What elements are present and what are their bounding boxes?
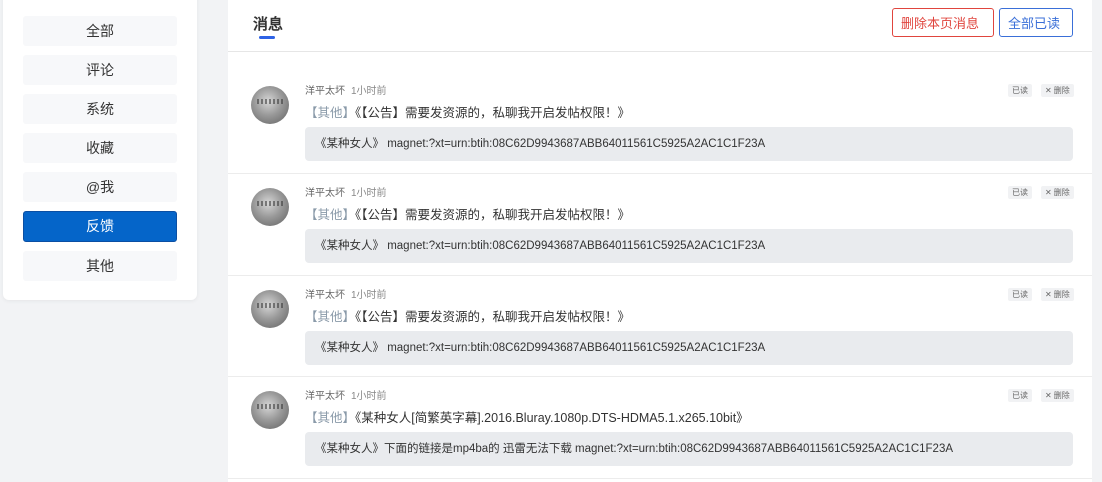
subject-title[interactable]: 《【公告】需要发资源的，私聊我开启发帖权限！》 (355, 208, 630, 222)
close-icon: ✕ (1045, 188, 1052, 197)
tab-messages[interactable]: 消息 (253, 13, 283, 34)
avatar[interactable] (251, 290, 289, 328)
sidebar-item-other[interactable]: 其他 (23, 251, 177, 281)
sidebar-item-favorites[interactable]: 收藏 (23, 133, 177, 163)
category-list: 全部 评论 系统 收藏 @我 反馈 其他 (23, 16, 177, 290)
message-time: 1小时前 (351, 290, 387, 301)
mark-read-button[interactable]: 已读 (1008, 84, 1032, 97)
sender-name[interactable]: 洋平太坏 (305, 391, 345, 402)
mark-all-read-button[interactable]: 全部已读 (999, 8, 1073, 37)
message-time: 1小时前 (351, 188, 387, 199)
avatar[interactable] (251, 391, 289, 429)
message-meta: 洋平太坏 1小时前 (305, 387, 387, 402)
delete-page-messages-button[interactable]: 删除本页消息 (892, 8, 994, 37)
message-category: 【其他】 (305, 411, 356, 425)
message-panel: 消息 删除本页消息 全部已读 洋平太坏 1小时前 【其他】《【公告】需要发资源的，… (228, 0, 1092, 482)
message-time: 1小时前 (351, 86, 387, 97)
sidebar-item-mentions[interactable]: @我 (23, 172, 177, 202)
mark-read-button[interactable]: 已读 (1008, 389, 1032, 402)
panel-header: 消息 删除本页消息 全部已读 (228, 0, 1092, 52)
sidebar-item-comments[interactable]: 评论 (23, 55, 177, 85)
mark-read-button[interactable]: 已读 (1008, 288, 1032, 301)
delete-label: 删除 (1053, 86, 1070, 95)
message-subject[interactable]: 【其他】《某种女人[简繁英字幕].2016.Bluray.1080p.DTS-H… (305, 407, 749, 426)
delete-label: 删除 (1053, 290, 1070, 299)
message-item: 洋平太坏 1小时前 【其他】《某种女人[简繁英字幕].2016.Bluray.10… (228, 357, 1092, 479)
avatar[interactable] (251, 86, 289, 124)
sidebar-item-system[interactable]: 系统 (23, 94, 177, 124)
active-tab-indicator (259, 36, 275, 39)
message-category: 【其他】 (305, 310, 356, 324)
message-meta: 洋平太坏 1小时前 (305, 184, 387, 199)
message-meta: 洋平太坏 1小时前 (305, 82, 387, 97)
sidebar-item-feedback[interactable]: 反馈 (23, 211, 177, 242)
subject-title[interactable]: 《【公告】需要发资源的，私聊我开启发帖权限！》 (355, 310, 630, 324)
sender-name[interactable]: 洋平太坏 (305, 290, 345, 301)
delete-message-button[interactable]: ✕ 删除 (1041, 288, 1074, 301)
message-category: 【其他】 (305, 106, 356, 120)
close-icon: ✕ (1045, 391, 1052, 400)
mark-read-button[interactable]: 已读 (1008, 186, 1032, 199)
message-category: 【其他】 (305, 208, 356, 222)
sender-name[interactable]: 洋平太坏 (305, 86, 345, 97)
delete-message-button[interactable]: ✕ 删除 (1041, 389, 1074, 402)
delete-message-button[interactable]: ✕ 删除 (1041, 186, 1074, 199)
message-subject[interactable]: 【其他】《【公告】需要发资源的，私聊我开启发帖权限！》 (305, 306, 630, 325)
message-time: 1小时前 (351, 391, 387, 402)
subject-title[interactable]: 《某种女人[简繁英字幕].2016.Bluray.1080p.DTS-HDMA5… (355, 411, 749, 425)
delete-label: 删除 (1053, 391, 1070, 400)
category-sidebar: 全部 评论 系统 收藏 @我 反馈 其他 (3, 0, 197, 300)
sidebar-item-all[interactable]: 全部 (23, 16, 177, 46)
message-subject[interactable]: 【其他】《【公告】需要发资源的，私聊我开启发帖权限！》 (305, 102, 630, 121)
message-content: 《某种女人》下面的链接是mp4ba的 迅雷无法下载 magnet:?xt=urn… (305, 432, 1073, 466)
subject-title[interactable]: 《【公告】需要发资源的，私聊我开启发帖权限！》 (355, 106, 630, 120)
close-icon: ✕ (1045, 86, 1052, 95)
avatar[interactable] (251, 188, 289, 226)
delete-label: 删除 (1053, 188, 1070, 197)
message-subject[interactable]: 【其他】《【公告】需要发资源的，私聊我开启发帖权限！》 (305, 204, 630, 223)
delete-message-button[interactable]: ✕ 删除 (1041, 84, 1074, 97)
message-meta: 洋平太坏 1小时前 (305, 286, 387, 301)
close-icon: ✕ (1045, 290, 1052, 299)
sender-name[interactable]: 洋平太坏 (305, 188, 345, 199)
